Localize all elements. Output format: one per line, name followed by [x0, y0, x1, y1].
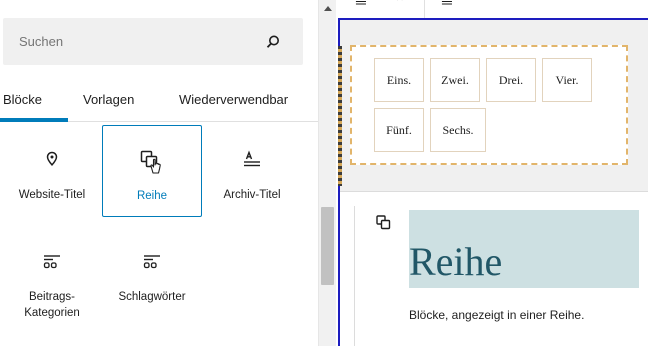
- scroll-up-arrow-icon[interactable]: [324, 6, 332, 11]
- preview-side-strip: [338, 46, 342, 186]
- inserter-tabs: Blöcke Vorlagen Wiederverwendbar: [0, 78, 318, 122]
- toolbar-divider: [424, 0, 425, 18]
- archive-title-icon: [244, 150, 260, 167]
- row-item: Drei.: [486, 58, 536, 102]
- block-item-tags[interactable]: Schlagwörter: [102, 227, 202, 319]
- row-item: Vier.: [542, 58, 592, 102]
- row-block-icon: [376, 215, 391, 230]
- row-block-dashed-outline: Eins. Zwei. Drei. Vier. Fünf. Sechs.: [350, 45, 628, 165]
- block-description: Blöcke, angezeigt in einer Reihe.: [409, 308, 585, 322]
- search-input[interactable]: [3, 18, 253, 65]
- block-item-label: Website-Titel: [18, 189, 86, 201]
- block-item-label: Archiv-Titel: [223, 189, 281, 201]
- block-item-row[interactable]: Reihe: [102, 125, 202, 217]
- block-item-post-categories[interactable]: Beitrags-Kategorien: [2, 227, 102, 319]
- active-tab-indicator: [0, 118, 68, 122]
- row-item: Zwei.: [430, 58, 480, 102]
- block-inserter-panel: Blöcke Vorlagen Wiederverwendbar Website…: [0, 0, 318, 346]
- map-marker-icon: [46, 151, 58, 167]
- tab-patterns[interactable]: Vorlagen: [83, 78, 134, 121]
- categories-icon: [43, 255, 60, 269]
- tags-icon: [143, 255, 160, 269]
- tab-blocks[interactable]: Blöcke: [3, 78, 42, 121]
- block-preview-frame: Eins. Zwei. Drei. Vier. Fünf. Sechs. Rei…: [338, 18, 648, 346]
- chevron-up-icon[interactable]: ⌃: [394, 0, 406, 11]
- block-item-website-title[interactable]: Website-Titel: [2, 125, 102, 217]
- inserter-scrollbar[interactable]: [318, 0, 336, 346]
- block-item-label: Beitrags-Kategorien: [24, 291, 80, 319]
- row-block-icon: [140, 150, 161, 174]
- row-item: Sechs.: [430, 108, 486, 152]
- block-info-card: Reihe Blöcke, angezeigt in einer Reihe.: [354, 206, 648, 346]
- tab-reusable[interactable]: Wiederverwendbar: [179, 78, 288, 121]
- justify-icon[interactable]: ═: [442, 0, 452, 10]
- preview-row-example: Eins. Zwei. Drei. Vier. Fünf. Sechs.: [338, 20, 648, 192]
- row-item: Eins.: [374, 58, 424, 102]
- align-icon[interactable]: ═: [356, 0, 366, 10]
- block-preview-canvas: ═ ⌃ ═ Eins. Zwei. Drei. Vier. Fünf. Sech…: [336, 0, 650, 346]
- search-box: [3, 18, 303, 65]
- block-title: Reihe: [409, 239, 503, 284]
- block-item-label: Schlagwörter: [118, 291, 186, 303]
- scrollbar-thumb[interactable]: [321, 207, 334, 285]
- search-icon[interactable]: [264, 33, 282, 51]
- row-item: Fünf.: [374, 108, 424, 152]
- block-item-archive-title[interactable]: Archiv-Titel: [202, 125, 302, 217]
- block-toolbar-partial: ═ ⌃ ═: [336, 0, 650, 18]
- block-item-label: Reihe: [136, 190, 168, 202]
